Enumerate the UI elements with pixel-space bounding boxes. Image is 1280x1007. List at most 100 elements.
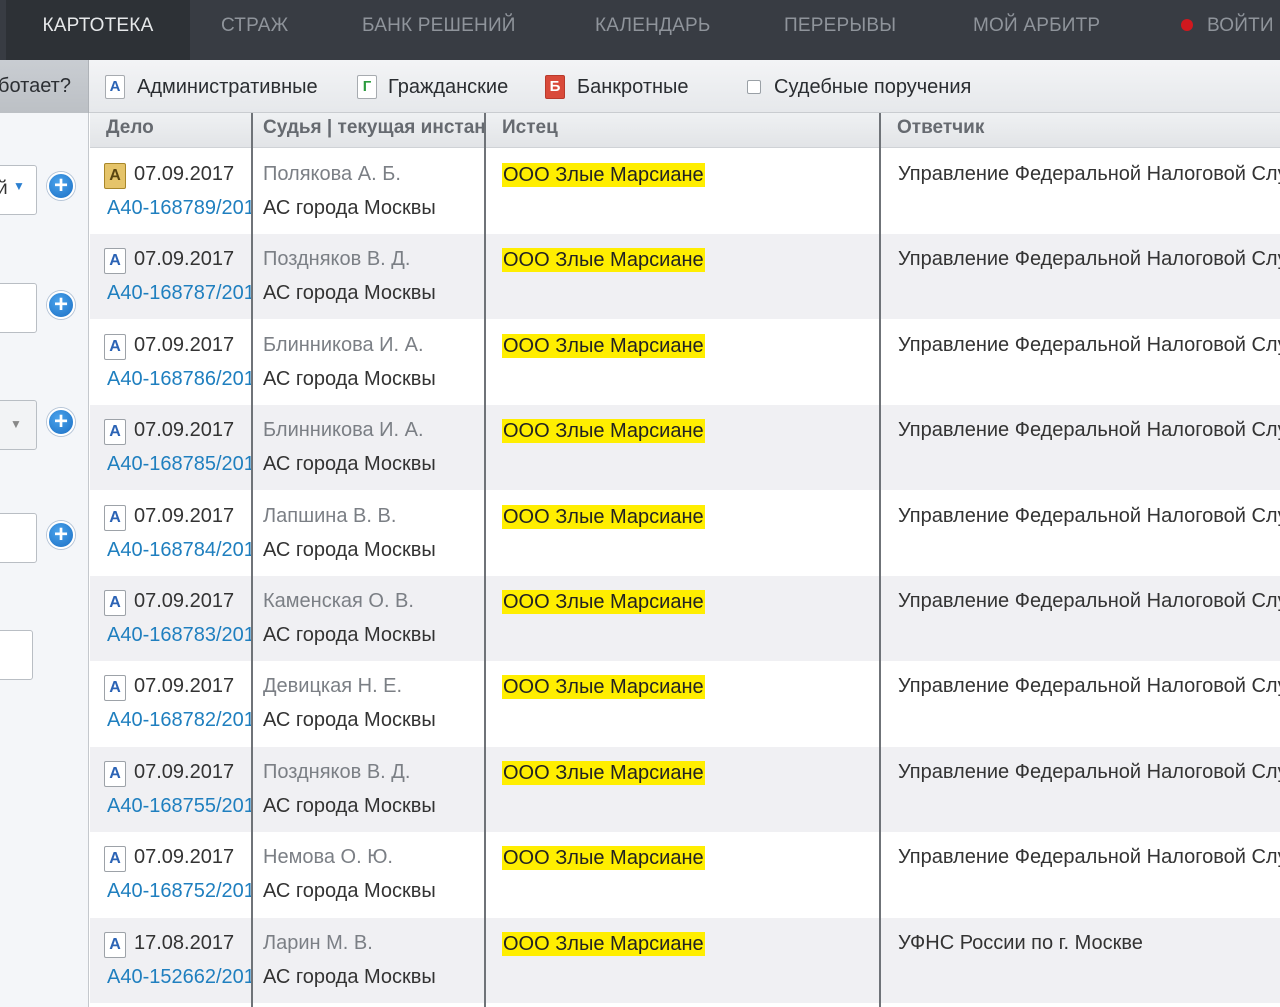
defendant-name[interactable]: Управление Федеральной Налоговой Службы bbox=[898, 590, 1280, 613]
column-header-case[interactable]: Дело bbox=[90, 113, 252, 148]
case-cell: А 07.09.2017 А40-168785/2017 bbox=[90, 405, 252, 490]
plaintiff-name[interactable]: ООО Злые Марсиане bbox=[502, 333, 705, 358]
case-number-link[interactable]: А40-168787/2017 bbox=[107, 282, 252, 305]
defendant-name[interactable]: Управление Федеральной Налоговой Службы bbox=[898, 505, 1280, 528]
defendant-cell: УФНС России по г. Москве bbox=[881, 918, 1280, 1003]
login-link[interactable]: ВОЙТИ bbox=[1207, 0, 1274, 60]
case-type-filter-bar: ботает? А Административные Г Гражданские… bbox=[0, 60, 1280, 113]
table-row[interactable]: А 07.09.2017 А40-168787/2017 Поздняков В. Д… bbox=[90, 234, 1280, 320]
defendant-name[interactable]: Управление Федеральной Налоговой Службы bbox=[898, 334, 1280, 357]
case-date: 17.08.2017 bbox=[134, 931, 235, 954]
table-row[interactable]: А 07.09.2017 А40-168786/2017 Блинникова И. … bbox=[90, 320, 1280, 405]
filter-court-orders-label: Судебные поручения bbox=[774, 76, 972, 98]
defendant-name[interactable]: Управление Федеральной Налоговой Службы bbox=[898, 761, 1280, 784]
table-header: Дело Судья | текущая инстанция Истец Отв… bbox=[90, 113, 1280, 148]
plaintiff-cell: ООО Злые Марсиане bbox=[486, 832, 881, 917]
table-row[interactable]: А 17.08.2017 А40-152662/2017 Ларин М. В. АС … bbox=[90, 917, 1280, 1003]
administrative-case-icon: А bbox=[104, 590, 126, 616]
tab-bank-resheniy[interactable]: БАНК РЕШЕНИЙ bbox=[362, 0, 516, 60]
column-header-judge[interactable]: Судья | текущая инстанция bbox=[252, 113, 486, 148]
case-date: 07.09.2017 bbox=[134, 163, 235, 185]
judge-name: Ларин М. В. bbox=[263, 931, 373, 954]
add-judge-button[interactable]: + bbox=[47, 291, 75, 319]
bankruptcy-doc-icon: Б bbox=[545, 75, 565, 99]
tab-strazh[interactable]: СТРАЖ bbox=[221, 0, 288, 60]
defendant-name[interactable]: Управление Федеральной Налоговой Службы bbox=[898, 248, 1280, 271]
plaintiff-name[interactable]: ООО Злые Марсиане bbox=[502, 590, 705, 614]
case-number-link[interactable]: А40-168785/2017 bbox=[107, 453, 252, 476]
judge-name: Блинникова И. А. bbox=[263, 419, 424, 442]
dropdown-arrow-icon: ▼ bbox=[10, 417, 22, 431]
plaintiff-cell: ООО Злые Марсиане bbox=[486, 234, 881, 319]
column-header-defendant[interactable]: Ответчик bbox=[881, 113, 1280, 148]
plaintiff-name[interactable]: ООО Злые Марсиане bbox=[502, 248, 705, 273]
administrative-case-icon: А bbox=[104, 333, 126, 360]
table-row[interactable]: А 07.09.2017 А40-168755/2017 Поздняков В. Д… bbox=[90, 746, 1280, 832]
case-date: 07.09.2017 bbox=[134, 590, 235, 612]
defendant-name[interactable]: Управление Федеральной Налоговой Службы bbox=[898, 419, 1280, 442]
case-number-link[interactable]: А40-168755/2017 bbox=[107, 795, 252, 818]
table-row[interactable]: А 07.09.2017 А40-168784/2017 Лапшина В. В. А… bbox=[90, 491, 1280, 576]
case-number-link[interactable]: А40-152662/2017 bbox=[107, 966, 252, 989]
table-row[interactable]: А 07.09.2017 А40-168789/2017 Полякова А. Б.… bbox=[90, 149, 1280, 234]
table-row[interactable]: А 07.09.2017 А40-168783/2017 Каменская О. В… bbox=[90, 576, 1280, 661]
defendant-cell: Управление Федеральной Налоговой Службы bbox=[881, 661, 1280, 746]
results-table: Дело Судья | текущая инстанция Истец Отв… bbox=[90, 113, 1280, 1007]
court-select[interactable]: ▼ bbox=[0, 400, 37, 450]
top-navigation: КАРТОТЕКА СТРАЖ БАНК РЕШЕНИЙ КАЛЕНДАРЬ П… bbox=[0, 0, 1280, 60]
plaintiff-name[interactable]: ООО Злые Марсиане bbox=[502, 163, 705, 187]
tab-pereryvy[interactable]: ПЕРЕРЫВЫ bbox=[784, 0, 896, 60]
add-participant-button[interactable]: + bbox=[47, 172, 75, 200]
defendant-cell: Управление Федеральной Налоговой Службы bbox=[881, 747, 1280, 832]
tab-kartoteka[interactable]: КАРТОТЕКА bbox=[6, 0, 190, 60]
defendant-cell: Управление Федеральной Налоговой Службы bbox=[881, 832, 1280, 917]
case-number-link[interactable]: А40-168784/2017 bbox=[107, 539, 252, 562]
plaintiff-cell: ООО Злые Марсиане bbox=[486, 661, 881, 746]
filter-bankruptcy[interactable]: Б Банкротные bbox=[545, 74, 695, 100]
search-panel: й ▼ + + ▼ + + bbox=[0, 113, 89, 1007]
filter-administrative[interactable]: А Административные bbox=[105, 74, 325, 100]
administrative-case-icon: А bbox=[104, 760, 126, 787]
defendant-name[interactable]: Управление Федеральной Налоговой Службы bbox=[898, 163, 1280, 186]
case-number-input[interactable] bbox=[0, 513, 37, 563]
how-it-works-link[interactable]: ботает? bbox=[0, 60, 89, 113]
case-number-link[interactable]: А40-168782/2017 bbox=[107, 709, 252, 732]
tab-kalendar[interactable]: КАЛЕНДАРЬ bbox=[595, 0, 711, 60]
filter-court-orders[interactable]: Судебные поручения bbox=[746, 74, 986, 100]
date-input[interactable] bbox=[0, 630, 33, 680]
filter-bankruptcy-label: Банкротные bbox=[577, 76, 689, 98]
participant-type-select[interactable]: й ▼ bbox=[0, 165, 37, 215]
add-case-number-button[interactable]: + bbox=[47, 521, 75, 549]
judge-cell: Каменская О. В. АС города Москвы bbox=[252, 576, 486, 661]
defendant-name[interactable]: Управление Федеральной Налоговой Службы bbox=[898, 675, 1280, 698]
column-header-plaintiff[interactable]: Истец bbox=[486, 113, 881, 148]
court-name: АС города Москвы bbox=[263, 624, 436, 646]
case-number-link[interactable]: А40-168789/2017 bbox=[107, 197, 252, 220]
participant-type-value: й bbox=[0, 178, 8, 199]
case-number-link[interactable]: А40-168786/2017 bbox=[107, 368, 252, 391]
court-name: АС города Москвы bbox=[263, 282, 436, 305]
plaintiff-name[interactable]: ООО Злые Марсиане bbox=[502, 760, 705, 785]
plaintiff-name[interactable]: ООО Злые Марсиане bbox=[502, 931, 705, 956]
case-number-link[interactable]: А40-168752/2017 bbox=[107, 880, 252, 903]
plaintiff-name[interactable]: ООО Злые Марсиане bbox=[502, 419, 705, 444]
judge-input[interactable] bbox=[0, 283, 37, 333]
judge-cell: Девицкая Н. Е. АС города Москвы bbox=[252, 661, 486, 746]
administrative-case-icon: А bbox=[104, 248, 126, 275]
plaintiff-name[interactable]: ООО Злые Марсиане bbox=[502, 846, 705, 871]
plaintiff-name[interactable]: ООО Злые Марсиане bbox=[502, 675, 705, 700]
judge-name: Полякова А. Б. bbox=[263, 163, 401, 185]
filter-civil[interactable]: Г Гражданские bbox=[357, 74, 517, 100]
tab-moy-arbitr[interactable]: МОЙ АРБИТР bbox=[973, 0, 1100, 60]
court-name: АС города Москвы bbox=[263, 965, 436, 988]
court-orders-checkbox[interactable] bbox=[747, 80, 761, 94]
table-row[interactable]: А 07.09.2017 А40-168785/2017 Блинникова И. … bbox=[90, 405, 1280, 491]
defendant-cell: Управление Федеральной Налоговой Службы bbox=[881, 405, 1280, 490]
add-court-button[interactable]: + bbox=[47, 408, 75, 436]
table-row[interactable]: А 07.09.2017 А40-168782/2017 Девицкая Н. Е.… bbox=[90, 661, 1280, 746]
defendant-name[interactable]: УФНС России по г. Москве bbox=[898, 932, 1143, 955]
defendant-name[interactable]: Управление Федеральной Налоговой Службы bbox=[898, 846, 1280, 869]
plaintiff-name[interactable]: ООО Злые Марсиане bbox=[502, 504, 705, 529]
case-number-link[interactable]: А40-168783/2017 bbox=[107, 624, 252, 647]
table-row[interactable]: А 07.09.2017 А40-168752/2017 Немова О. Ю. АС… bbox=[90, 832, 1280, 917]
